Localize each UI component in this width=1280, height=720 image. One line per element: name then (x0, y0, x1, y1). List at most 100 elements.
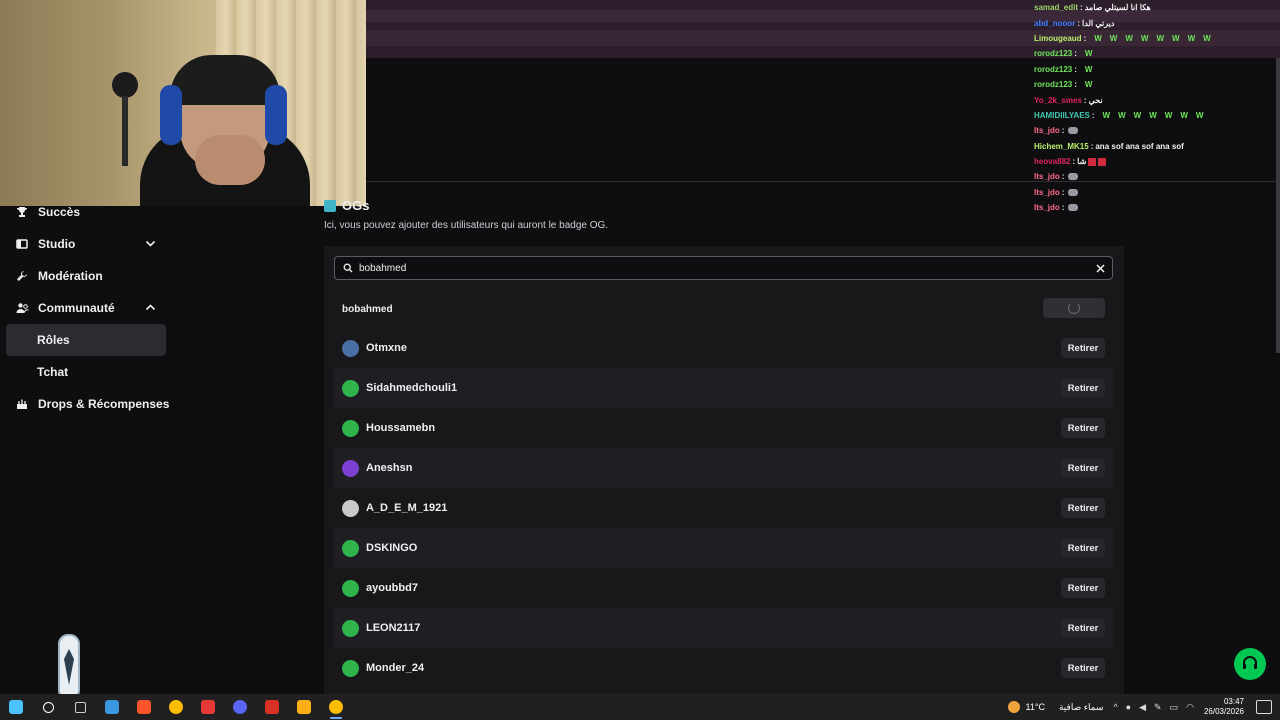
taskbar-search-button[interactable] (32, 694, 64, 720)
windows-taskbar: 11°C سماء صافية ^ ● ◀ ✎ ▭ ◠ 03:47 26/03/… (0, 694, 1280, 720)
taskbar-acrobat-button[interactable] (256, 694, 288, 720)
search-box[interactable] (334, 256, 1113, 280)
taskbar-app-button[interactable] (192, 694, 224, 720)
chat-username[interactable]: Its_jdo (1034, 172, 1060, 181)
taskbar-windows-start-button[interactable] (0, 694, 32, 720)
w-emote-icon: W (1102, 110, 1111, 120)
speaker-icon[interactable]: ◀ (1139, 702, 1146, 713)
og-user-row: ayoubbd7 Retirer (334, 568, 1113, 608)
remove-og-button[interactable]: Retirer (1061, 578, 1105, 598)
community-icon (15, 301, 29, 315)
avatar (342, 419, 359, 437)
chat-username[interactable]: Yo_2k_smes (1034, 96, 1082, 105)
sidebar: Succès Studio Modération Communauté Rôle… (0, 196, 172, 420)
avatar (342, 659, 359, 677)
chevron-up-icon[interactable] (145, 302, 156, 316)
streamer-logo (58, 634, 80, 700)
chat-text: ana sof ana sof ana sof (1095, 141, 1184, 151)
windows-start-icon (9, 700, 23, 714)
og-user-row: Aneshsn Retirer (334, 448, 1113, 488)
mic-icon[interactable]: ● (1126, 702, 1131, 713)
w-emote-icon: W (1094, 33, 1102, 43)
brave-icon (137, 700, 151, 714)
chat-username[interactable]: Its_jdo (1034, 203, 1060, 212)
chat-username[interactable]: Limougeaud (1034, 34, 1082, 43)
taskbar-brave-button[interactable] (128, 694, 160, 720)
remove-og-button[interactable]: Retirer (1061, 538, 1105, 558)
store-icon (105, 700, 119, 714)
chat-separator: : (1074, 49, 1077, 59)
motorbike-emote-icon (1068, 173, 1079, 181)
search-input[interactable] (359, 262, 1112, 274)
taskbar-rockstar-button[interactable] (288, 694, 320, 720)
weather-widget[interactable]: 11°C سماء صافية (1007, 701, 1104, 713)
discord-icon (233, 700, 247, 714)
notification-icon[interactable] (1256, 700, 1272, 714)
chat-username[interactable]: rorodz123 (1034, 65, 1072, 74)
weather-sun-icon (1007, 701, 1020, 713)
chat-username[interactable]: HAMIDIILYAES (1034, 111, 1090, 120)
chat-separator: : (1074, 80, 1077, 90)
tray-icons: ^ ● ◀ ✎ ▭ ◠ (1113, 702, 1194, 713)
chevron-down-icon[interactable] (145, 238, 156, 252)
og-username: ayoubbd7 (366, 582, 418, 594)
red-square-emote-icon (1098, 157, 1107, 166)
og-user-row: Otmxne Retirer (334, 328, 1113, 368)
chat-username[interactable]: heova882 (1034, 157, 1070, 166)
wrench-icon (15, 269, 29, 283)
help-button[interactable] (1234, 648, 1266, 680)
sidebar-item-succes[interactable]: Succès (0, 196, 172, 228)
chat-username[interactable]: rorodz123 (1034, 49, 1072, 58)
chat-message: Its_jdo: (1032, 123, 1280, 138)
trophy-icon (15, 205, 29, 219)
taskbar-chrome-button[interactable] (320, 694, 352, 720)
streamer (140, 55, 310, 206)
sidebar-item-communaute[interactable]: Communauté (0, 292, 172, 324)
chat-username[interactable]: rorodz123 (1034, 80, 1072, 89)
chat-separator: : (1072, 157, 1076, 167)
chat-username[interactable]: samad_edit (1034, 3, 1078, 12)
og-user-row: DSKINGO Retirer (334, 528, 1113, 568)
remove-og-button[interactable]: Retirer (1061, 458, 1105, 478)
remove-og-button[interactable]: Retirer (1061, 658, 1105, 678)
chat-username[interactable]: abd_nooor (1034, 19, 1075, 28)
sidebar-item-moderation[interactable]: Modération (0, 260, 172, 292)
taskbar-task-view-button[interactable] (64, 694, 96, 720)
chat-separator: : (1091, 110, 1095, 120)
chat-username[interactable]: Hichem_MK15 (1034, 142, 1089, 151)
chevron-up-icon[interactable]: ^ (1113, 702, 1117, 713)
keyboard-icon[interactable]: ▭ (1170, 702, 1179, 713)
sidebar-item-tchat[interactable]: Tchat (0, 356, 172, 388)
sidebar-item-studio[interactable]: Studio (0, 228, 172, 260)
webcam-overlay (0, 0, 366, 206)
add-og-button[interactable] (1043, 298, 1105, 318)
remove-og-button[interactable]: Retirer (1061, 418, 1105, 438)
sidebar-item-drops[interactable]: Drops & Récompenses (0, 388, 172, 420)
chat-text: شا (1077, 157, 1087, 167)
taskbar-discord-button[interactable] (224, 694, 256, 720)
clock[interactable]: 03:47 26/03/2026 (1204, 697, 1244, 717)
pen-icon[interactable]: ✎ (1154, 702, 1162, 713)
wifi-icon[interactable]: ◠ (1186, 702, 1194, 713)
headset-help-icon (1243, 656, 1257, 669)
weather-text: سماء صافية (1058, 701, 1104, 712)
chat-message: heova882: شا (1032, 154, 1280, 169)
taskbar-chrome-button[interactable] (160, 694, 192, 720)
clock-time: 03:47 (1223, 697, 1244, 706)
close-icon[interactable] (1094, 262, 1106, 274)
chrome-icon (329, 700, 343, 714)
remove-og-button[interactable]: Retirer (1061, 378, 1105, 398)
sidebar-item-label: Tchat (37, 365, 69, 379)
chat-message: abd_nooor: ديرتي الدا (1032, 15, 1280, 30)
remove-og-button[interactable]: Retirer (1061, 618, 1105, 638)
taskbar-store-button[interactable] (96, 694, 128, 720)
w-emote-icon: W (1118, 110, 1126, 120)
og-user-row: LEON2117 Retirer (334, 608, 1113, 648)
remove-og-button[interactable]: Retirer (1061, 498, 1105, 518)
page-scrollbar[interactable] (1276, 58, 1280, 353)
motorbike-emote-icon (1068, 188, 1079, 196)
chat-username[interactable]: Its_jdo (1034, 188, 1060, 197)
chat-username[interactable]: Its_jdo (1034, 126, 1060, 135)
sidebar-item-roles[interactable]: Rôles (6, 324, 166, 356)
remove-og-button[interactable]: Retirer (1061, 338, 1105, 358)
